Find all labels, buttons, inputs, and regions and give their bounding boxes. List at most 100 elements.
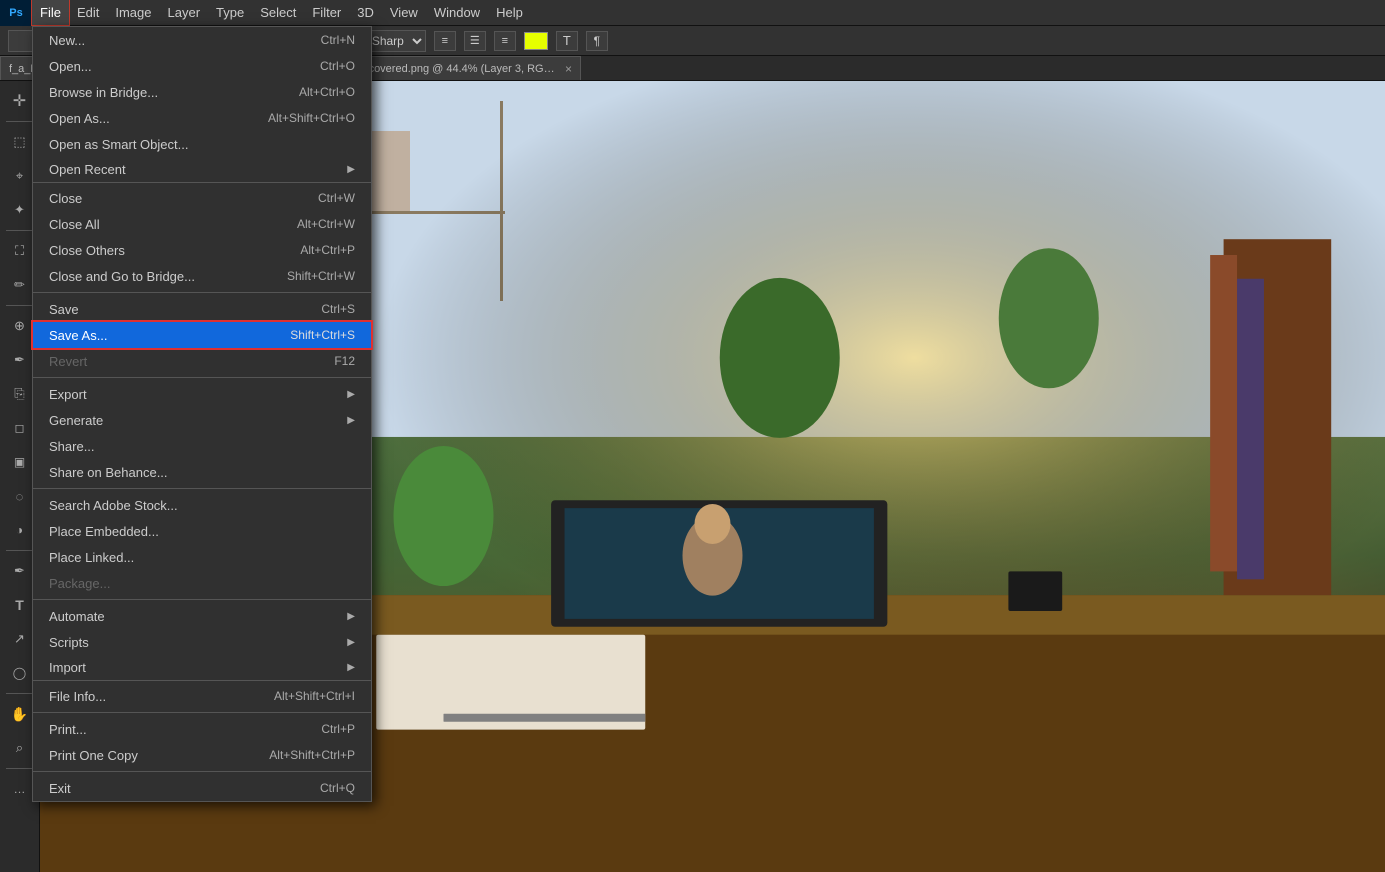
menu-item-print[interactable]: Print... Ctrl+P <box>33 716 371 742</box>
ps-logo: Ps <box>0 0 32 26</box>
menu-item-print-one-copy[interactable]: Print One Copy Alt+Shift+Ctrl+P <box>33 742 371 768</box>
separator-6 <box>33 771 371 772</box>
menu-item-close-all[interactable]: Close All Alt+Ctrl+W <box>33 211 371 237</box>
menu-item-browse-bridge-shortcut: Alt+Ctrl+O <box>299 85 355 99</box>
separator-3 <box>33 488 371 489</box>
quick-select-tool[interactable]: ✦ <box>4 194 36 226</box>
menu-item-scripts-arrow: ▶ <box>347 637 355 648</box>
menu-item-share-behance[interactable]: Share on Behance... <box>33 459 371 485</box>
menu-item-close-others[interactable]: Close Others Alt+Ctrl+P <box>33 237 371 263</box>
lasso-tool[interactable]: ⌖ <box>4 160 36 192</box>
clone-tool[interactable]: ⎘ <box>4 378 36 410</box>
align-left-button[interactable]: ≡ <box>434 31 456 51</box>
menu-item-save-as-label: Save As... <box>49 328 108 343</box>
menu-item-open-smart-object[interactable]: Open as Smart Object... <box>33 131 371 157</box>
move-tool[interactable]: ✛ <box>4 85 36 117</box>
menu-item-browse-bridge[interactable]: Browse in Bridge... Alt+Ctrl+O <box>33 79 371 105</box>
toolbar-separator-5 <box>6 693 34 694</box>
menu-filter[interactable]: Filter <box>304 0 349 25</box>
heal-tool[interactable]: ⊕ <box>4 310 36 342</box>
menu-type[interactable]: Type <box>208 0 252 25</box>
menu-window[interactable]: Window <box>426 0 488 25</box>
menu-item-package-label: Package... <box>49 576 110 591</box>
tab-close-button[interactable]: × <box>565 62 572 76</box>
menu-item-close-all-label: Close All <box>49 217 100 232</box>
menu-image[interactable]: Image <box>107 0 159 25</box>
text-color-swatch[interactable] <box>524 32 548 50</box>
menu-3d[interactable]: 3D <box>349 0 382 25</box>
menu-file[interactable]: File <box>32 0 69 25</box>
hand-tool[interactable]: ✋ <box>4 698 36 730</box>
menu-item-new-shortcut: Ctrl+N <box>321 33 355 47</box>
menu-item-close-all-shortcut: Alt+Ctrl+W <box>297 217 355 231</box>
menu-view[interactable]: View <box>382 0 426 25</box>
zoom-tool[interactable]: ⌕ <box>4 732 36 764</box>
menu-item-generate[interactable]: Generate ▶ <box>33 407 371 433</box>
menu-item-open-as[interactable]: Open As... Alt+Shift+Ctrl+O <box>33 105 371 131</box>
menu-item-save[interactable]: Save Ctrl+S <box>33 296 371 322</box>
menu-item-automate-arrow: ▶ <box>347 611 355 622</box>
menu-item-revert[interactable]: Revert F12 <box>33 348 371 374</box>
menu-item-search-stock-label: Search Adobe Stock... <box>49 498 178 513</box>
menu-item-open-recent-arrow: ▶ <box>347 164 355 175</box>
menu-item-close-go-bridge-shortcut: Shift+Ctrl+W <box>287 269 355 283</box>
eyedropper-tool[interactable]: ✏ <box>4 269 36 301</box>
menu-item-share-label: Share... <box>49 439 95 454</box>
menu-item-search-stock[interactable]: Search Adobe Stock... <box>33 492 371 518</box>
anti-alias-select[interactable]: Sharp <box>363 30 426 52</box>
align-center-button[interactable]: ☰ <box>464 31 486 51</box>
marquee-tool[interactable]: ⬚ <box>4 126 36 158</box>
shape-tool[interactable]: ◯ <box>4 657 36 689</box>
menu-item-scripts-label: Scripts <box>49 635 89 650</box>
menu-item-file-info[interactable]: File Info... Alt+Shift+Ctrl+I <box>33 683 371 709</box>
menu-help[interactable]: Help <box>488 0 531 25</box>
menu-item-close[interactable]: Close Ctrl+W <box>33 185 371 211</box>
menu-bar: Ps File Edit Image Layer Type Select Fil… <box>0 0 1385 26</box>
menu-item-package[interactable]: Package... <box>33 570 371 596</box>
menu-select[interactable]: Select <box>252 0 304 25</box>
menu-item-revert-label: Revert <box>49 354 87 369</box>
menu-item-share[interactable]: Share... <box>33 433 371 459</box>
toolbar-separator-6 <box>6 768 34 769</box>
eraser-tool[interactable]: ◻ <box>4 412 36 444</box>
menu-items: File Edit Image Layer Type Select Filter… <box>32 0 531 25</box>
separator-1 <box>33 292 371 293</box>
gradient-tool[interactable]: ▣ <box>4 446 36 478</box>
menu-item-automate[interactable]: Automate ▶ <box>33 603 371 629</box>
path-select-tool[interactable]: ↗ <box>4 623 36 655</box>
file-dropdown-menu: New... Ctrl+N Open... Ctrl+O Browse in B… <box>32 26 372 802</box>
crop-tool[interactable]: ⛶ <box>4 235 36 267</box>
menu-item-save-as[interactable]: Save As... Shift+Ctrl+S <box>33 322 371 348</box>
menu-item-open-recent[interactable]: Open Recent ▶ <box>33 157 371 183</box>
menu-item-close-others-shortcut: Alt+Ctrl+P <box>300 243 355 257</box>
menu-item-place-embedded[interactable]: Place Embedded... <box>33 518 371 544</box>
character-panel-button[interactable]: ¶ <box>586 31 608 51</box>
menu-item-exit[interactable]: Exit Ctrl+Q <box>33 775 371 801</box>
toolbar-separator-2 <box>6 230 34 231</box>
menu-item-import[interactable]: Import ▶ <box>33 655 371 681</box>
menu-layer[interactable]: Layer <box>160 0 209 25</box>
toolbar-separator-3 <box>6 305 34 306</box>
blur-tool[interactable]: ◌ <box>4 480 36 512</box>
brush-tool[interactable]: ✒ <box>4 344 36 376</box>
warp-text-button[interactable]: T <box>556 31 578 51</box>
menu-item-place-linked[interactable]: Place Linked... <box>33 544 371 570</box>
separator-4 <box>33 599 371 600</box>
menu-item-generate-arrow: ▶ <box>347 415 355 426</box>
menu-item-import-arrow: ▶ <box>347 662 355 673</box>
menu-item-scripts[interactable]: Scripts ▶ <box>33 629 371 655</box>
menu-item-open[interactable]: Open... Ctrl+O <box>33 53 371 79</box>
text-tool[interactable]: T <box>4 589 36 621</box>
menu-item-file-info-label: File Info... <box>49 689 106 704</box>
menu-item-export[interactable]: Export ▶ <box>33 381 371 407</box>
dodge-tool[interactable]: ◑ <box>4 514 36 546</box>
menu-edit[interactable]: Edit <box>69 0 107 25</box>
menu-item-close-go-bridge[interactable]: Close and Go to Bridge... Shift+Ctrl+W <box>33 263 371 289</box>
more-tools-button[interactable]: … <box>4 773 36 805</box>
align-right-button[interactable]: ≡ <box>494 31 516 51</box>
menu-item-revert-shortcut: F12 <box>334 354 355 368</box>
pen-tool[interactable]: ✒ <box>4 555 36 587</box>
toolbar-separator-4 <box>6 550 34 551</box>
separator-2 <box>33 377 371 378</box>
menu-item-new[interactable]: New... Ctrl+N <box>33 27 371 53</box>
